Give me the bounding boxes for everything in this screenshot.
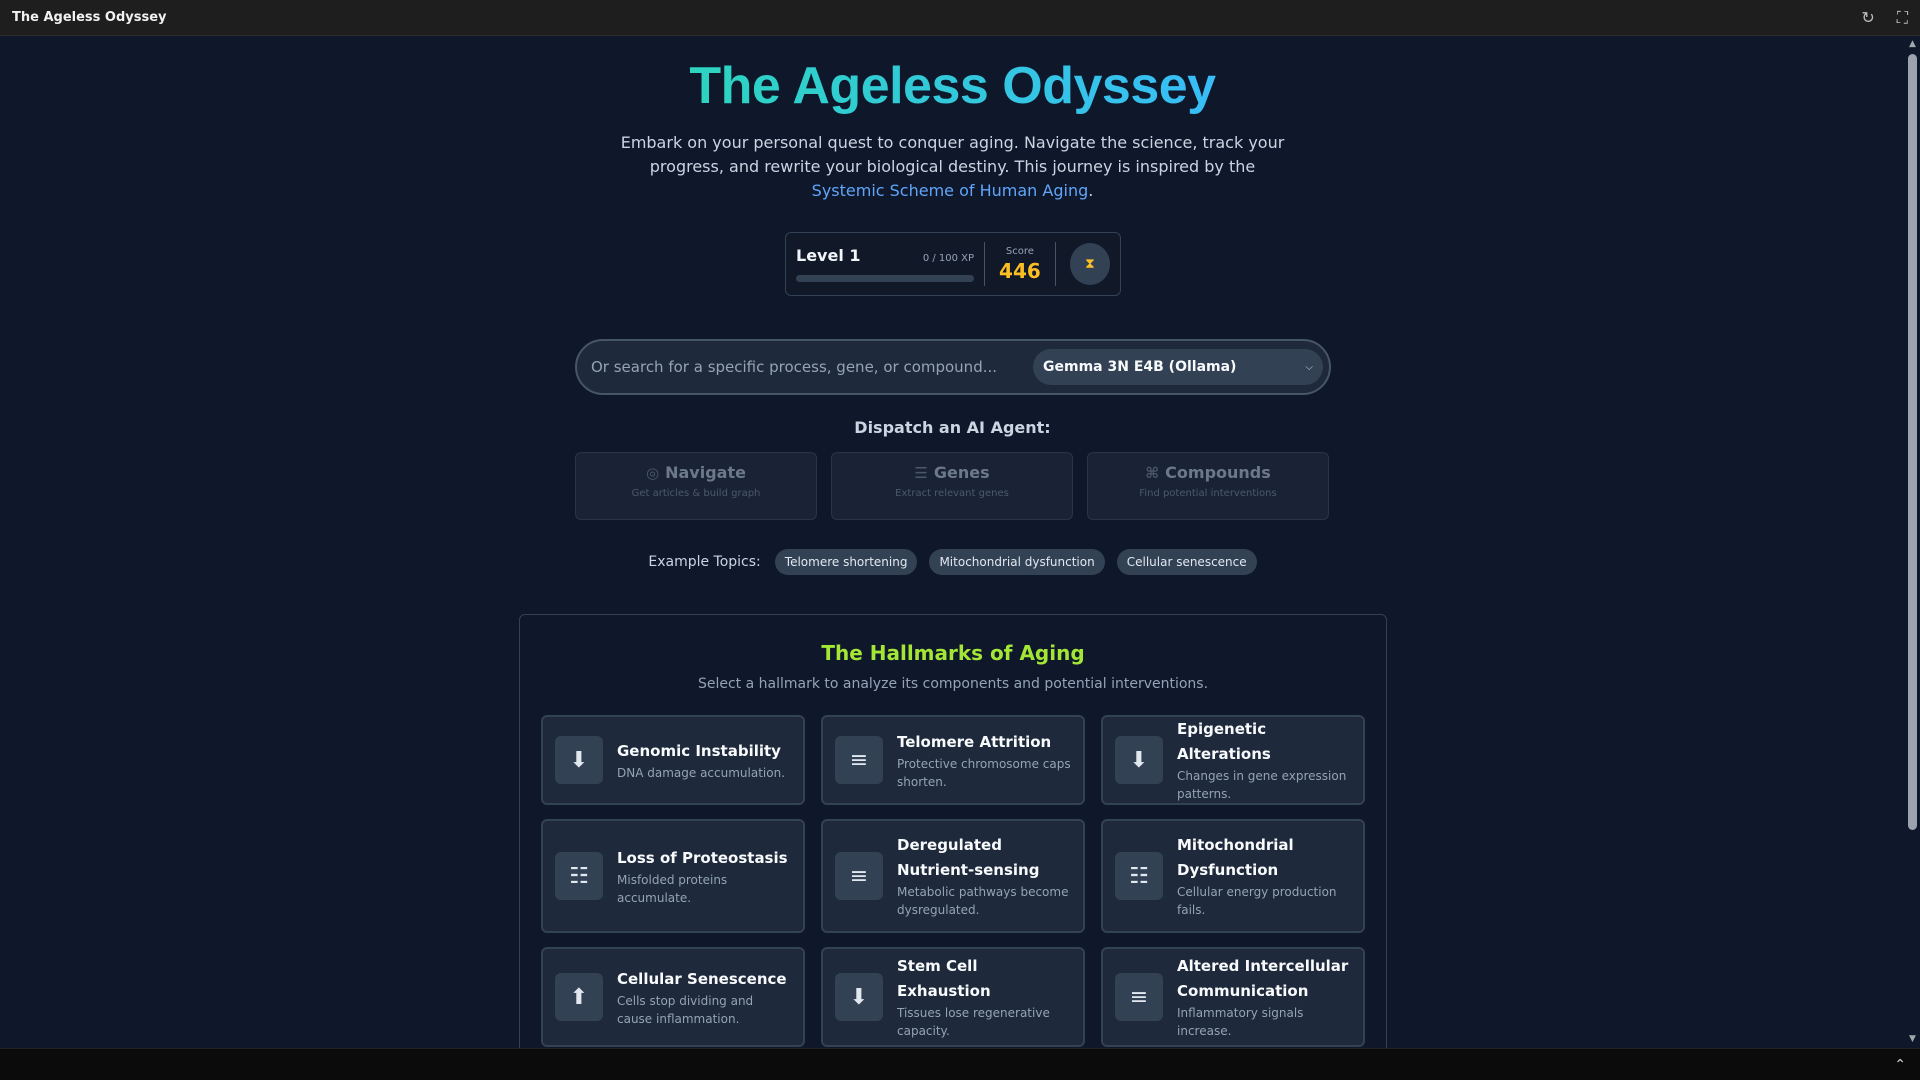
scheme-link[interactable]: Systemic Scheme of Human Aging (812, 181, 1089, 200)
hallmarks-subtitle: Select a hallmark to analyze its compone… (697, 676, 1209, 692)
refresh-icon[interactable]: ↻ (1861, 8, 1874, 27)
arrow-down-icon: ⬇ (555, 736, 603, 784)
bottom-bar: ⌃ (0, 1048, 1920, 1080)
hallmark-card-mitochondrial-dysfunction[interactable]: ☷ Mitochondrial Dysfunction Cellular ener… (1101, 819, 1365, 933)
hallmark-card-telomere-attrition[interactable]: ≡ Telomere Attrition Protective chromosom… (821, 715, 1085, 805)
compass-icon: ◎ (646, 464, 660, 482)
fullscreen-icon[interactable]: ⛶ (1897, 8, 1908, 28)
hallmarks-panel: The Hallmarks of Aging Select a hallmark… (519, 614, 1387, 1048)
scroll-down-icon[interactable]: ▼ (1908, 1035, 1917, 1044)
bars-icon: ≡ (1115, 973, 1163, 1021)
hallmark-card-loss-of-proteostasis[interactable]: ☷ Loss of Proteostasis Misfolded proteins… (541, 819, 805, 933)
progress-card: Level 1 0 / 100 XP Score 446 ⧗ (785, 232, 1121, 296)
chevron-up-icon[interactable]: ⌃ (1894, 1057, 1906, 1073)
list-icon: ☰ (914, 464, 928, 482)
divider (1054, 242, 1056, 286)
hallmark-card-epigenetic-alterations[interactable]: ⬇ Epigenetic Alterations Changes in gene … (1101, 715, 1365, 805)
page-title: The Ageless Odyssey (689, 57, 1216, 115)
window-titlebar: The Ageless Odyssey ↻ ⛶ (0, 0, 1920, 36)
model-select-value: Gemma 3N E4B (Ollama) (1043, 359, 1237, 375)
example-topics-label: Example Topics: (648, 554, 761, 570)
dispatch-label: Dispatch an AI Agent: (854, 418, 1051, 437)
scrollbar-thumb[interactable] (1908, 54, 1917, 830)
arrow-down-icon: ⬇ (1115, 736, 1163, 784)
arrow-down-icon: ⬇ (835, 973, 883, 1021)
hallmark-card-deregulated-nutrient-sensing[interactable]: ≡ Deregulated Nutrient-sensing Metabolic … (821, 819, 1085, 933)
topic-chip[interactable]: Cellular senescence (1116, 549, 1257, 575)
model-select[interactable]: Gemma 3N E4B (Ollama) ⌵ (1033, 349, 1323, 385)
xp-text: 0 / 100 XP (922, 253, 975, 264)
score-box: Score 446 (995, 246, 1045, 283)
chevron-down-icon: ⌵ (1305, 361, 1313, 373)
bars-icon: ≡ (835, 852, 883, 900)
hallmark-card-genomic-instability[interactable]: ⬇ Genomic Instability DNA damage accumula… (541, 715, 805, 805)
hallmarks-grid: ⬇ Genomic Instability DNA damage accumula… (541, 715, 1365, 1047)
agent-buttons: ◎ Navigate Get articles & build graph ☰ Ge… (575, 452, 1331, 520)
search-bar: Gemma 3N E4B (Ollama) ⌵ (575, 339, 1331, 395)
score-label: Score (1005, 245, 1034, 257)
topic-chip[interactable]: Mitochondrial dysfunction (929, 549, 1105, 575)
hourglass-icon: ⧗ (1084, 256, 1095, 272)
genes-agent-button[interactable]: ☰ Genes Extract relevant genes (831, 452, 1073, 520)
hallmark-card-cellular-senescence[interactable]: ⬆ Cellular Senescence Cells stop dividing… (541, 947, 805, 1047)
compounds-agent-button[interactable]: ⌘ Compounds Find potential interventions (1087, 452, 1329, 520)
hallmark-card-altered-intercellular-communication[interactable]: ≡ Altered Intercellular Communication Inf… (1101, 947, 1365, 1047)
hallmark-card-stem-cell-exhaustion[interactable]: ⬇ Stem Cell Exhaustion Tissues lose regen… (821, 947, 1085, 1047)
divider (984, 242, 986, 286)
hallmarks-title: The Hallmarks of Aging (821, 641, 1085, 665)
page-subtitle: Embark on your personal quest to conquer… (620, 133, 1285, 200)
molecule-icon: ⌘ (1145, 464, 1160, 482)
search-input[interactable] (591, 358, 1033, 376)
xp-progress-bar (796, 275, 974, 282)
bars-icon: ≡ (835, 736, 883, 784)
topic-chip[interactable]: Telomere shortening (774, 549, 918, 575)
window-actions: ↻ ⛶ (1861, 8, 1908, 28)
chevron-up-circle-icon: ⬆ (555, 973, 603, 1021)
main-content: The Ageless Odyssey Embark on your perso… (0, 36, 1905, 1048)
vertical-scrollbar[interactable]: ▲ ▼ (1905, 36, 1920, 1048)
trophy-button[interactable]: ⧗ (1069, 243, 1110, 285)
level-label: Level 1 (796, 246, 861, 265)
score-value: 446 (999, 258, 1041, 283)
navigate-agent-button[interactable]: ◎ Navigate Get articles & build graph (575, 452, 817, 520)
sliders-icon: ☷ (555, 852, 603, 900)
example-topics: Example Topics: Telomere shortening Mito… (0, 549, 1905, 575)
scroll-up-icon[interactable]: ▲ (1908, 40, 1917, 49)
sliders-icon: ☷ (1115, 852, 1163, 900)
window-title: The Ageless Odyssey (12, 10, 167, 25)
